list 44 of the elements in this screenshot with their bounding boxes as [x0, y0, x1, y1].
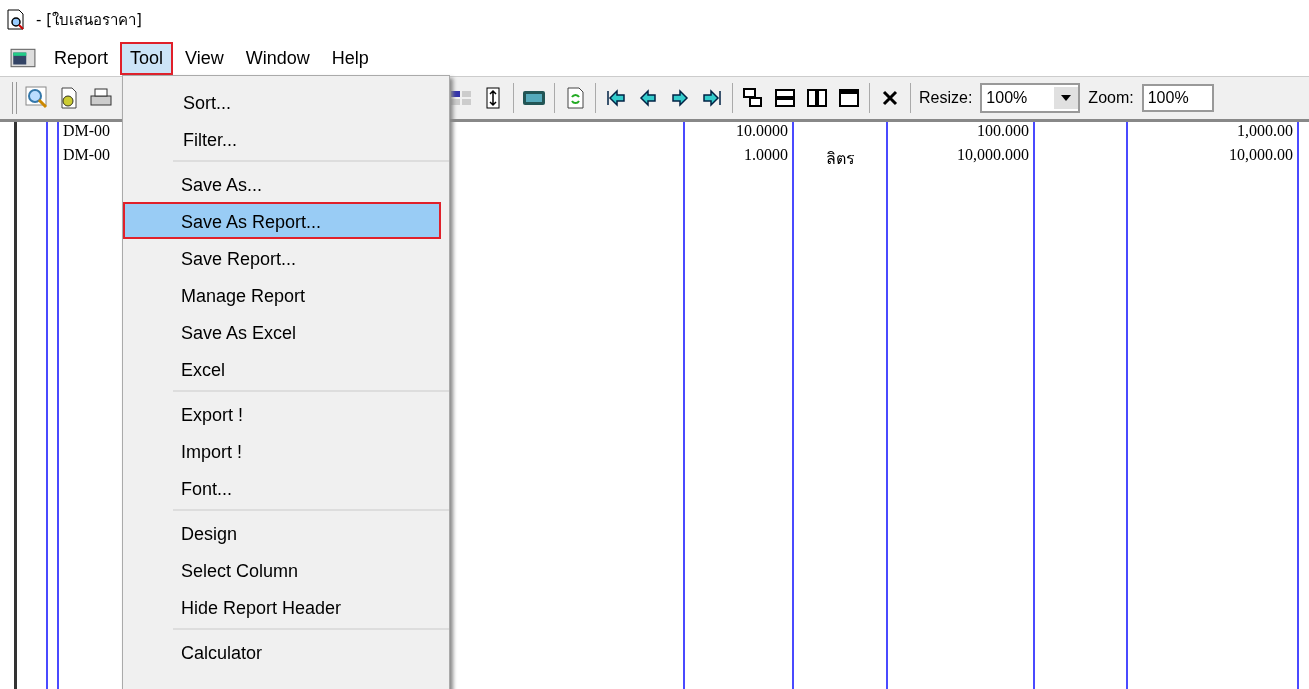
menu-item[interactable]: Import !: [123, 432, 441, 469]
last-arrow-icon[interactable]: [700, 86, 724, 110]
menu-item[interactable]: Save Report...: [123, 239, 441, 276]
table-cell: ลิตร: [825, 150, 855, 167]
table-cell: 100.000: [977, 122, 1029, 139]
menu-item[interactable]: Save As Report...: [123, 202, 441, 239]
menu-item[interactable]: Tool: [120, 41, 174, 75]
menu-item[interactable]: Report: [44, 41, 119, 75]
menu-item[interactable]: Excel: [123, 350, 441, 387]
menu-item[interactable]: Export !: [123, 395, 441, 432]
cascade-icon[interactable]: [741, 86, 765, 110]
document-magnifier-icon: [6, 9, 26, 31]
menu-item[interactable]: Save As...: [123, 165, 441, 202]
zoom-label: Zoom:: [1088, 89, 1134, 107]
menu-item[interactable]: Hide Report Header: [123, 588, 441, 625]
menu-item[interactable]: Manage Report: [123, 276, 441, 313]
table-cell: DM-00: [63, 146, 111, 163]
table-cell: 1.0000: [744, 146, 788, 163]
window-icon[interactable]: [837, 86, 861, 110]
resize-dropdown[interactable]: 100%: [980, 83, 1081, 113]
resize-label: Resize:: [919, 89, 973, 107]
first-arrow-icon[interactable]: [604, 86, 628, 110]
table-cell: 10,000.00: [1229, 146, 1293, 163]
table-cell: 10,000.000: [957, 146, 1029, 163]
menu-item[interactable]: Window: [235, 41, 320, 75]
window-title: - [ใบเสนอราคา]: [36, 10, 142, 31]
caret-icon: [1061, 95, 1072, 101]
vertical-tile-icon[interactable]: [805, 86, 829, 110]
zoom-field[interactable]: 100%: [1141, 84, 1214, 112]
magnifier-icon[interactable]: [25, 86, 49, 110]
menu-item[interactable]: Font...: [123, 469, 441, 506]
menu-item[interactable]: Filter...: [125, 120, 441, 157]
table-cell: 1,000.00: [1237, 122, 1293, 139]
menu-item[interactable]: Sort...: [125, 83, 441, 120]
menu-item[interactable]: Help: [321, 41, 379, 75]
menu-item[interactable]: View: [175, 41, 234, 75]
window-icon: [10, 48, 36, 68]
horizontal-tile-icon[interactable]: [773, 86, 797, 110]
menu-item[interactable]: Select Column: [123, 551, 441, 588]
menu-item[interactable]: Save As Excel: [123, 313, 441, 350]
table-cell: DM-00: [63, 122, 111, 139]
menu-item[interactable]: Design: [123, 514, 441, 551]
menu-item[interactable]: Calculator: [123, 633, 441, 670]
table-cell: 10.0000: [736, 122, 788, 139]
